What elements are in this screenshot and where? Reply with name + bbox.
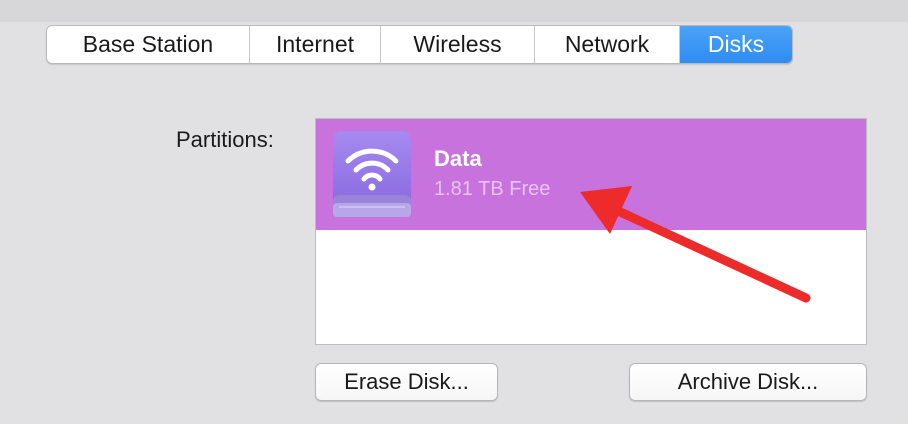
archive-disk-button[interactable]: Archive Disk... [629,363,867,401]
annotation-arrow-icon [580,186,811,303]
tab-internet[interactable]: Internet [250,26,381,63]
tab-network[interactable]: Network [535,26,680,63]
partition-name: Data [434,146,482,171]
erase-disk-button[interactable]: Erase Disk... [315,363,498,401]
partitions-label: Partitions: [176,127,274,152]
tab-bar: Base Station Internet Wireless Network D… [46,25,793,64]
window-top-edge [0,0,908,22]
wifi-disk-icon [333,131,411,217]
tab-wireless[interactable]: Wireless [381,26,535,63]
tab-disks[interactable]: Disks [680,26,792,63]
partition-free-space: 1.81 TB Free [434,178,551,200]
tab-base-station[interactable]: Base Station [47,26,250,63]
